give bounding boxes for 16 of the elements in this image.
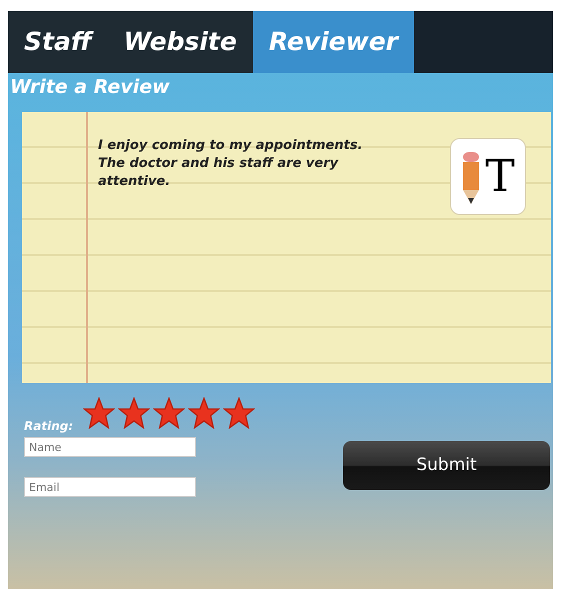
tab[interactable]: Reviewer [252, 11, 414, 73]
input-field[interactable]: Email [24, 477, 196, 497]
star-icon[interactable] [118, 397, 150, 429]
submit-button[interactable]: Submit [343, 441, 550, 490]
pencil-text-icon: T [450, 138, 526, 215]
tab[interactable]: Staff [8, 11, 108, 73]
star-rating[interactable] [83, 397, 256, 429]
rating-label: Rating: [24, 418, 74, 435]
star-icon[interactable] [188, 397, 220, 429]
section-heading: Write a Review [9, 75, 170, 100]
tab[interactable]: Website [108, 11, 253, 73]
review-text: I enjoy coming to my appointments. The doctor and his staff are very attentive. [98, 137, 364, 191]
star-icon[interactable] [223, 397, 256, 429]
star-icon[interactable] [83, 397, 116, 429]
input-field[interactable]: Name [24, 437, 196, 457]
star-icon[interactable] [153, 397, 186, 429]
